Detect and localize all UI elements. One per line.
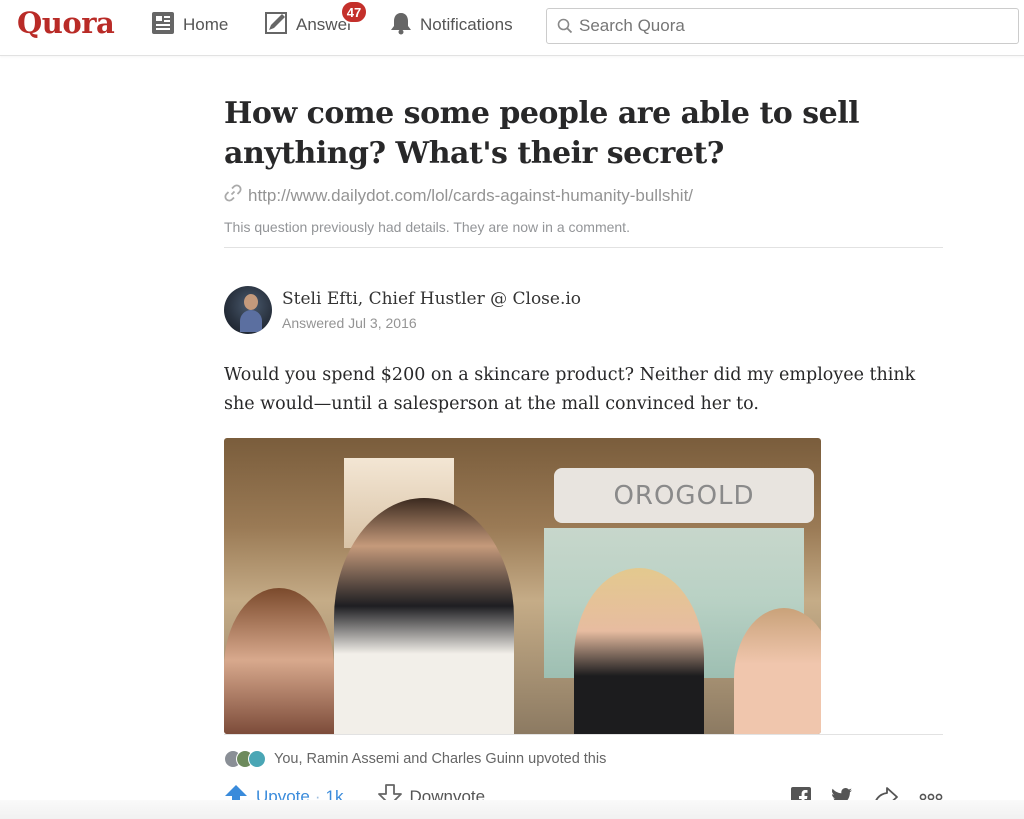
answer-date[interactable]: Answered Jul 3, 2016 (282, 315, 581, 331)
answer-count-badge: 47 (340, 0, 368, 24)
question-source-link[interactable]: http://www.dailydot.com/lol/cards-agains… (224, 184, 943, 207)
nav-answer[interactable]: Answer 47 (264, 0, 368, 50)
question-link-url: http://www.dailydot.com/lol/cards-agains… (248, 185, 694, 205)
answer-pencil-icon (264, 11, 288, 40)
upvoters-text: You, Ramin Assemi and Charles Guinn upvo… (274, 751, 607, 767)
home-icon (151, 11, 175, 40)
search-box[interactable] (546, 8, 1019, 44)
quora-logo[interactable]: Quora (17, 6, 115, 40)
upvoters-row[interactable]: You, Ramin Assemi and Charles Guinn upvo… (224, 750, 943, 768)
author-meta: Steli Efti, Chief Hustler @ Close.io Ans… (282, 289, 581, 331)
question-page: How come some people are able to sell an… (224, 56, 943, 810)
answer-author: Steli Efti, Chief Hustler @ Close.io Ans… (224, 286, 943, 334)
page-bottom-edge (0, 800, 1024, 819)
top-nav-bar: Quora Home Answer 47 Notifications Searc… (0, 0, 1024, 56)
photo-store-sign: OROGOLD (554, 468, 814, 523)
photo-divider (224, 734, 943, 735)
bell-icon (390, 11, 412, 40)
photo-person-left (224, 588, 334, 734)
search-input[interactable] (579, 16, 999, 36)
author-avatar[interactable] (224, 286, 272, 334)
nav-home-label: Home (183, 15, 229, 34)
photo-customer (574, 568, 704, 734)
question-title[interactable]: How come some people are able to sell an… (224, 94, 943, 174)
divider (224, 247, 943, 248)
link-icon (224, 184, 242, 207)
upvoter-avatar (248, 750, 266, 768)
author-name[interactable]: Steli Efti, Chief Hustler @ Close.io (282, 289, 581, 309)
nav-notifications[interactable]: Notifications (390, 0, 513, 50)
search-icon (557, 18, 573, 34)
photo-salesperson (334, 498, 514, 734)
answer-photo[interactable]: OROGOLD (224, 438, 821, 734)
nav-home[interactable]: Home (151, 0, 228, 50)
nav-notifications-label: Notifications (420, 15, 513, 34)
upvoter-avatars (224, 750, 266, 768)
answer-text: Would you spend $200 on a skincare produ… (224, 365, 916, 414)
question-details-note: This question previously had details. Th… (224, 219, 630, 235)
